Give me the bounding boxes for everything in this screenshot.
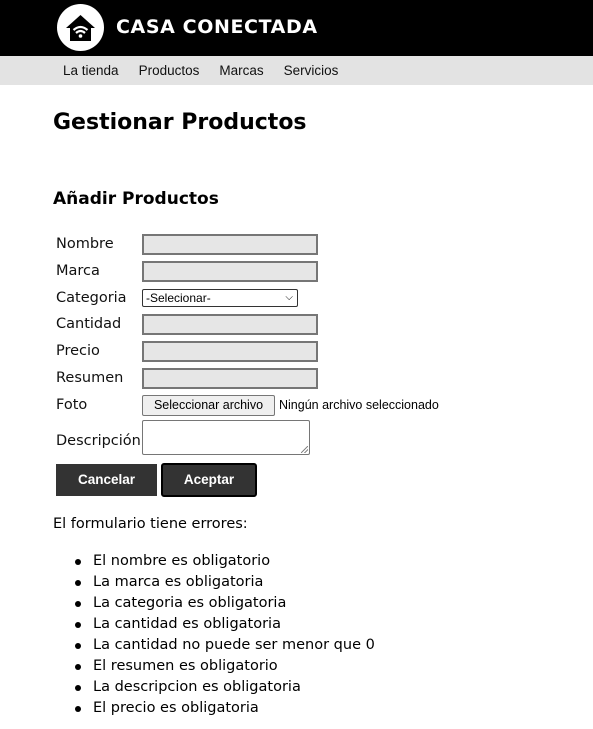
resumen-input[interactable] <box>142 368 318 389</box>
marca-input[interactable] <box>142 261 318 282</box>
section-title: Añadir Productos <box>53 189 219 209</box>
error-item: El nombre es obligatorio <box>53 551 375 572</box>
chevron-down-icon: ⌵ <box>285 292 293 303</box>
brand-name[interactable]: CASA CONECTADA <box>116 16 318 38</box>
smart-home-wifi-icon <box>66 15 95 41</box>
page-title: Gestionar Productos <box>53 110 307 135</box>
resize-handle-icon[interactable] <box>301 446 308 453</box>
nav-la-tienda[interactable]: La tienda <box>53 63 129 78</box>
nav-marcas[interactable]: Marcas <box>209 63 273 78</box>
nombre-label: Nombre <box>56 236 114 252</box>
resumen-label: Resumen <box>56 370 124 386</box>
cantidad-label: Cantidad <box>56 316 122 332</box>
foto-label: Foto <box>56 397 88 413</box>
categoria-label: Categoria <box>56 290 127 306</box>
main-nav: La tienda Productos Marcas Servicios <box>0 56 593 85</box>
error-item: El precio es obligatoria <box>53 698 375 719</box>
cantidad-input[interactable] <box>142 314 318 335</box>
precio-label: Precio <box>56 343 100 359</box>
error-item: La cantidad no puede ser menor que 0 <box>53 635 375 656</box>
categoria-selected-value: -Selecionar- <box>146 291 211 305</box>
error-item: La marca es obligatoria <box>53 572 375 593</box>
nav-productos[interactable]: Productos <box>129 63 210 78</box>
error-item: La descripcion es obligatoria <box>53 677 375 698</box>
error-item: La cantidad es obligatoria <box>53 614 375 635</box>
select-file-button[interactable]: Seleccionar archivo <box>142 395 275 416</box>
categoria-select[interactable]: -Selecionar- ⌵ <box>142 289 298 307</box>
error-item: El resumen es obligatorio <box>53 656 375 677</box>
brand-logo[interactable] <box>57 4 104 51</box>
descripcion-label: Descripción <box>56 433 141 449</box>
nav-servicios[interactable]: Servicios <box>274 63 349 78</box>
accept-button[interactable]: Aceptar <box>161 463 257 497</box>
top-header: CASA CONECTADA <box>0 0 593 56</box>
cancel-button[interactable]: Cancelar <box>56 464 157 496</box>
nombre-input[interactable] <box>142 234 318 255</box>
precio-input[interactable] <box>142 341 318 362</box>
descripcion-textarea[interactable] <box>142 420 310 455</box>
error-summary-title: El formulario tiene errores: <box>53 516 248 532</box>
error-item: La categoria es obligatoria <box>53 593 375 614</box>
file-status: Ningún archivo seleccionado <box>279 398 439 412</box>
error-list: El nombre es obligatorio La marca es obl… <box>53 551 375 719</box>
marca-label: Marca <box>56 263 100 279</box>
